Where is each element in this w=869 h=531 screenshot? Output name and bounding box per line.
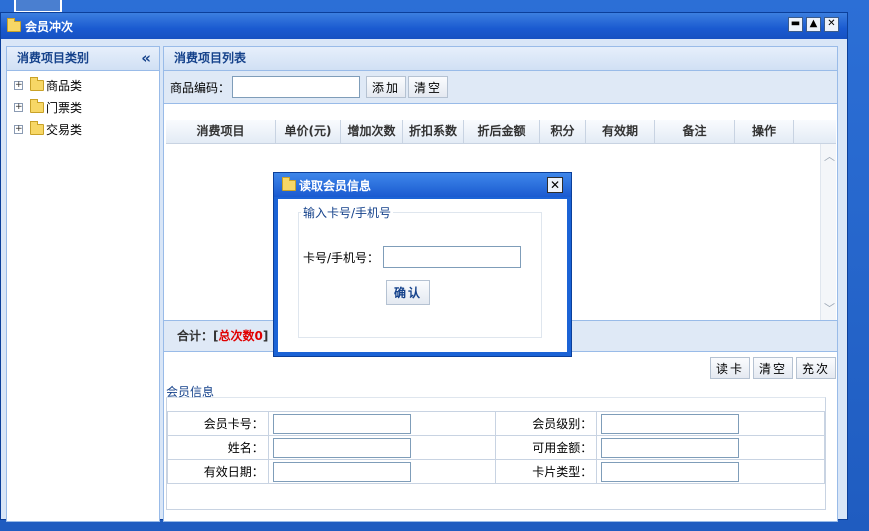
card-phone-input[interactable] [383,246,522,268]
tree-item-trade[interactable]: + 交易类 [7,118,159,140]
dialog-titlebar[interactable]: 读取会员信息 ✕ [274,173,571,197]
member-info-box: 会员卡号： 会员级别： 姓名： 可用金额： 有效日期： 卡片类型： [166,397,826,510]
scroll-down-icon[interactable]: ﹀ [824,300,835,316]
recharge-button[interactable]: 充次 [795,357,836,379]
total-label: 合计： [177,329,214,343]
category-panel-title: 消费项目类别 [17,51,90,65]
name-field[interactable] [272,437,411,458]
card-phone-label: 卡号/手机号： [303,250,380,265]
member-info-section: 会员信息 会员卡号： 会员级别： 姓名： 可用金额： 有效日期： 卡片类型： [166,383,826,511]
category-panel-header: 消费项目类别 « [7,47,159,71]
item-list-title: 消费项目列表 [174,51,247,65]
column-header[interactable]: 增加次数 [341,120,403,143]
tree-item-tickets[interactable]: + 门票类 [7,96,159,118]
expand-icon[interactable]: + [14,102,23,112]
tree-item-goods[interactable]: + 商品类 [7,74,159,96]
dialog-legend: 输入卡号/手机号 [301,204,394,221]
level-label: 会员级别： [495,411,598,436]
tree-item-label: 交易类 [46,122,83,137]
tree-item-label: 商品类 [46,78,83,93]
column-header[interactable]: 备注 [655,120,735,143]
column-header[interactable]: 有效期 [586,120,655,143]
balance-label: 可用金额： [495,435,598,460]
folder-icon [30,120,44,135]
expiry-label: 有效日期： [167,459,269,484]
balance-field[interactable] [601,437,740,458]
member-info-table: 会员卡号： 会员级别： 姓名： 可用金额： 有效日期： 卡片类型： [167,411,825,484]
confirm-button[interactable]: 确认 [386,280,430,305]
name-label: 姓名： [167,435,269,460]
scroll-up-icon[interactable]: ︿ [824,148,835,164]
card-no-label: 会员卡号： [167,411,269,436]
collapse-icon[interactable]: « [141,47,151,70]
maximize-button[interactable]: ▲ [806,17,821,32]
action-buttons: 读卡 清空 充次 [709,357,836,379]
folder-icon [7,17,21,32]
dialog-field-row: 卡号/手机号： [303,246,522,268]
folder-icon [30,76,44,91]
dialog-title: 读取会员信息 [299,178,372,193]
grid-header: 消费项目 单价(元) 增加次数 折扣系数 折后金额 积分 有效期 备注 操作 [166,120,836,144]
item-list-header: 消费项目列表 [164,47,837,71]
category-panel: 消费项目类别 « + 商品类 + 门票类 + 交易类 [6,46,160,522]
card-type-field[interactable] [601,461,740,482]
total-count: 总次数0 [218,329,263,343]
grid-scrollbar[interactable]: ︿ ﹀ [820,144,836,320]
total-close-bracket: ] [262,329,269,343]
window-controls: ▬ ▲ ✕ [788,17,839,32]
minimize-button[interactable]: ▬ [788,17,803,32]
read-member-dialog: 读取会员信息 ✕ 输入卡号/手机号 卡号/手机号： 确认 [273,172,572,357]
code-input[interactable] [232,76,361,98]
expiry-field[interactable] [272,461,411,482]
column-header[interactable]: 积分 [540,120,586,143]
tree-item-label: 门票类 [46,100,83,115]
expand-icon[interactable]: + [14,80,23,90]
dialog-fieldset: 输入卡号/手机号 卡号/手机号： 确认 [298,204,542,338]
level-field[interactable] [601,413,740,434]
column-header[interactable]: 折扣系数 [403,120,464,143]
column-header[interactable]: 操作 [735,120,794,143]
member-info-legend: 会员信息 [166,385,215,399]
window-title: 会员冲次 [25,19,74,34]
dialog-close-icon[interactable]: ✕ [547,177,563,193]
card-type-label: 卡片类型： [495,459,598,484]
dialog-body: 输入卡号/手机号 卡号/手机号： 确认 [278,199,567,352]
column-header[interactable]: 折后金额 [464,120,540,143]
clear-all-button[interactable]: 清空 [752,357,793,379]
card-no-field[interactable] [272,413,411,434]
read-card-button[interactable]: 读卡 [709,357,750,379]
window-titlebar: 会员冲次 [1,13,847,39]
clear-button[interactable]: 清空 [408,76,449,98]
close-button[interactable]: ✕ [824,17,839,32]
expand-icon[interactable]: + [14,124,23,134]
add-button[interactable]: 添加 [366,76,407,98]
code-label: 商品编码： [170,80,231,95]
item-toolbar: 商品编码： 添加 清空 [164,71,837,104]
column-header[interactable]: 单价(元) [276,120,341,143]
folder-icon [30,98,44,113]
column-header[interactable]: 消费项目 [166,120,276,143]
folder-icon [282,176,296,191]
